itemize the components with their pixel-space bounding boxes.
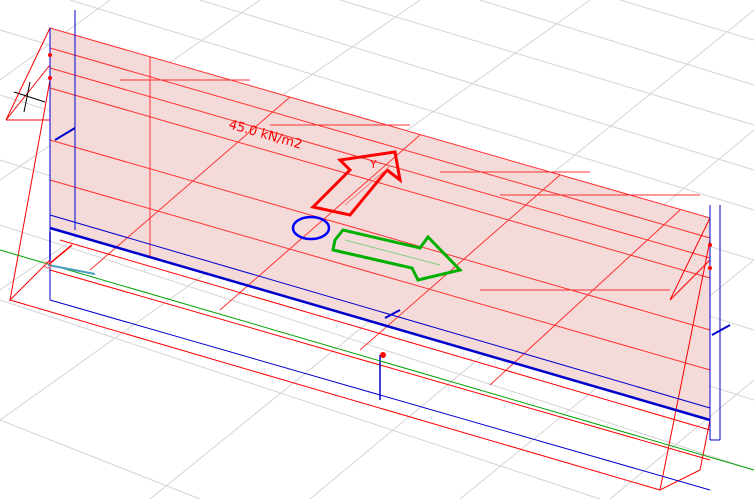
red-arrow-label: Y [369, 158, 377, 171]
3d-model-viewport[interactable]: 45.0 kN/m2 Y [0, 0, 754, 500]
origin-axis-triad [44, 244, 96, 275]
